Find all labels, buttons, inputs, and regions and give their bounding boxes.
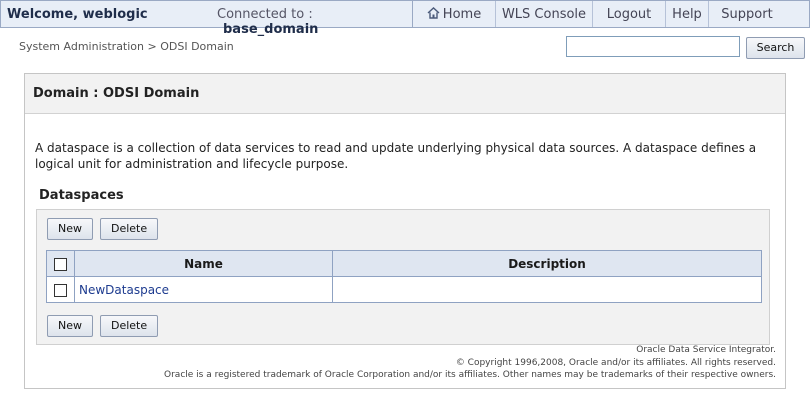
footer-trademark: Oracle is a registered trademark of Orac… [164, 370, 776, 380]
new-button-bottom[interactable]: New [47, 315, 93, 337]
help-link[interactable]: Help [666, 1, 709, 27]
delete-button-bottom[interactable]: Delete [100, 315, 159, 337]
name-cell: NewDataspace [74, 276, 333, 303]
search-button[interactable]: Search [746, 37, 805, 59]
dataspaces-heading: Dataspaces [39, 188, 124, 203]
support-link[interactable]: Support [709, 1, 785, 27]
footer-product: Oracle Data Service Integrator. [636, 345, 776, 355]
welcome-text: Welcome, weblogic [7, 7, 148, 22]
delete-button-top[interactable]: Delete [100, 218, 159, 240]
home-icon [427, 7, 440, 23]
row-select-cell [46, 276, 75, 303]
wls-console-link[interactable]: WLS Console [496, 1, 593, 27]
dataspace-link[interactable]: NewDataspace [79, 283, 169, 297]
breadcrumb: System Administration > ODSI Domain [19, 40, 234, 53]
panel-description: A dataspace is a collection of data serv… [35, 141, 757, 171]
table-header-row: Name Description [46, 250, 762, 277]
column-header-description[interactable]: Description [332, 250, 762, 277]
connected-label: Connected to : [217, 7, 313, 22]
search-input[interactable] [566, 36, 740, 57]
footer: Oracle Data Service Integrator. © Copyri… [164, 344, 776, 382]
column-header-name[interactable]: Name [74, 250, 333, 277]
dataspaces-table: Name Description NewDataspace [46, 250, 762, 303]
domain-name: base_domain [223, 22, 319, 37]
description-cell [332, 276, 762, 303]
logout-link[interactable]: Logout [593, 1, 666, 27]
home-label: Home [442, 7, 482, 22]
connection-info: Connected to : base_domain [201, 1, 413, 37]
dataspaces-box: New Delete Name Description NewDataspace… [36, 209, 770, 345]
domain-panel: Domain : ODSI Domain A dataspace is a co… [24, 73, 786, 389]
top-bar: Welcome, weblogic Connected to : base_do… [0, 0, 810, 37]
row-checkbox[interactable] [54, 283, 67, 297]
new-button-top[interactable]: New [47, 218, 93, 240]
panel-title: Domain : ODSI Domain [25, 74, 785, 114]
select-all-cell [46, 250, 75, 277]
home-link[interactable]: Home [413, 1, 496, 27]
footer-copyright: © Copyright 1996,2008, Oracle and/or its… [455, 357, 776, 368]
select-all-checkbox[interactable] [54, 257, 67, 271]
table-row: NewDataspace [46, 276, 762, 303]
